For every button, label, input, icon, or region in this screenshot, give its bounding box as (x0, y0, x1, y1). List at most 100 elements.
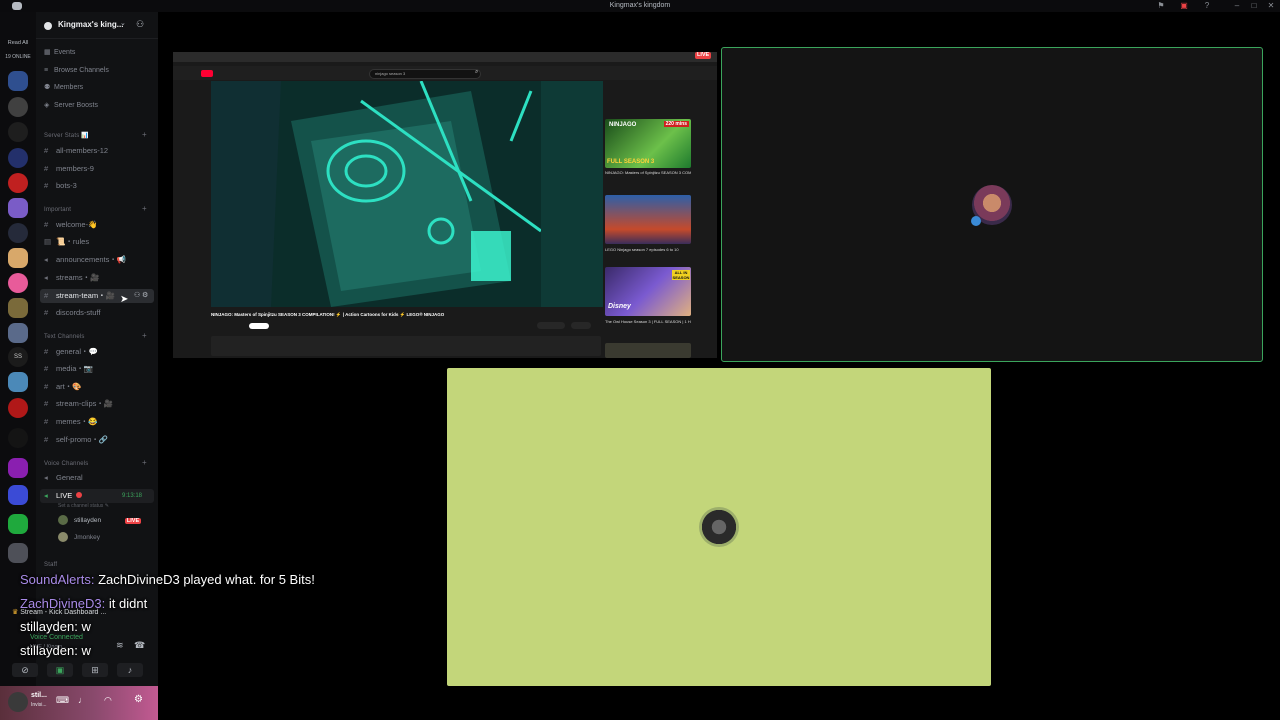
camera-off-button[interactable]: ⊘ (12, 663, 38, 677)
voice-user[interactable]: Jmonkey (58, 531, 100, 545)
stream-tile[interactable]: ninjago season 3 ⌕ LIVE NINJAGO: Masters… (173, 52, 717, 358)
category-staff[interactable]: Staff (44, 560, 57, 570)
discord-logo-icon[interactable] (12, 2, 22, 10)
channel-status[interactable]: Set a channel status ✎ (58, 503, 109, 509)
invite-icon[interactable]: ⚇ (136, 19, 144, 30)
channel-general[interactable]: # general・💬 (44, 345, 98, 359)
inbox-icon[interactable]: ⚑ (1156, 1, 1166, 11)
share-button[interactable] (571, 322, 591, 329)
channel-members[interactable]: # members-9 (44, 162, 94, 176)
add-channel-icon[interactable]: + (142, 130, 147, 139)
channel-rules[interactable]: ▤ 📜・rules (44, 235, 89, 249)
video-title: NINJAGO: Masters of Spinjitzu SEASON 3 C… (211, 312, 445, 317)
server-folder-icon[interactable] (8, 458, 28, 478)
server-icon[interactable] (8, 71, 28, 91)
search-input[interactable]: ninjago season 3 (369, 69, 481, 79)
recommendation-title[interactable]: NINJAGO: Masters of Spinjitzu SEASON 3 C… (605, 170, 691, 175)
nav-item-server-boosts[interactable]: ◈ Server Boosts (44, 100, 98, 112)
recommendation-thumbnail[interactable] (605, 343, 691, 358)
channel-discords-stuff[interactable]: # discords-stuff (44, 306, 100, 320)
voice-user[interactable]: stillayden LIVE (58, 514, 142, 528)
nav-item-members[interactable]: ⚉ Members (44, 82, 83, 94)
recommendation-thumbnail[interactable]: Disney ALL IN SEASON (605, 267, 691, 316)
chat-message: SoundAlerts: ZachDivineD3 played what. f… (20, 572, 315, 587)
server-icon[interactable] (8, 398, 28, 418)
subscribe-button[interactable] (249, 323, 269, 329)
server-folder-icon[interactable] (8, 543, 28, 563)
channel-welcome[interactable]: # welcome-👋 (44, 218, 97, 232)
voice-channel-general[interactable]: ◂ General (44, 471, 83, 485)
season-badge: ALL IN SEASON (672, 270, 690, 280)
participant-tile[interactable] (447, 368, 991, 686)
channel-art[interactable]: # art・🎨 (44, 380, 82, 394)
headphones-icon[interactable]: ◠ (104, 695, 112, 706)
server-icon[interactable] (8, 173, 28, 193)
maximize-icon[interactable]: □ (1249, 1, 1259, 11)
chat-message: ZachDivineD3: it didnt (20, 596, 148, 611)
channel-streams[interactable]: ◂ streams・🎥 (44, 271, 100, 285)
username[interactable]: stil... (31, 692, 47, 699)
minimize-icon[interactable]: – (1232, 1, 1242, 11)
avatar[interactable] (8, 692, 28, 712)
server-icon[interactable] (8, 273, 28, 293)
server-icon[interactable] (8, 323, 28, 343)
noise-suppression-icon[interactable]: ≋ (116, 640, 124, 651)
duration-badge: 220 mins (663, 121, 689, 127)
category-voice-channels[interactable]: Voice Channels (44, 459, 89, 469)
guild-name: Kingmax's king... (58, 20, 124, 29)
category-text-channels[interactable]: Text Channels (44, 332, 85, 342)
disconnect-icon[interactable]: ☎ (134, 640, 145, 651)
read-all-button[interactable]: Read All (2, 40, 34, 46)
video-description (211, 336, 601, 356)
add-channel-icon[interactable]: + (142, 458, 147, 467)
channel-stream-clips[interactable]: # stream-clips・🎥 (44, 397, 113, 411)
category-important[interactable]: Important (44, 205, 71, 215)
nav-item-events[interactable]: ▦ Events (44, 47, 75, 59)
server-folder-icon[interactable] (8, 485, 28, 505)
category-server-stats[interactable]: Server Stats 📊 (44, 131, 89, 141)
soundboard-button[interactable]: ♪ (117, 663, 143, 677)
server-icon[interactable] (8, 148, 28, 168)
server-icon[interactable] (8, 248, 28, 268)
close-icon[interactable]: ✕ (1266, 1, 1276, 11)
settings-gear-icon[interactable]: ⚙ (142, 289, 148, 303)
recommendation-title[interactable]: LEGO Ninjago season 7 episodes 6 to 10 (605, 247, 691, 252)
channel-bots[interactable]: # bots-3 (44, 179, 77, 193)
channel-announcements[interactable]: ◂ announcements・📢 (44, 253, 126, 267)
server-icon[interactable]: SS (8, 347, 28, 367)
server-icon-active[interactable] (8, 298, 28, 318)
server-icon[interactable] (8, 223, 28, 243)
recommendation-title[interactable]: The Owl House Season 3 | FULL SEASON | 1… (605, 319, 691, 324)
channel-media[interactable]: # media・📷 (44, 362, 93, 376)
guild-header[interactable]: Kingmax's king... ⌄ ⚇ (36, 14, 158, 39)
activities-button[interactable]: ⊞ (82, 663, 108, 677)
live-dot-icon (76, 492, 83, 498)
channel-stream-team[interactable]: # stream-team・🎥 ⚇ ⚙ (40, 289, 154, 303)
add-member-icon[interactable]: ⚇ (134, 289, 140, 303)
help-icon[interactable]: ? (1202, 1, 1212, 11)
participant-tile-speaking[interactable] (721, 47, 1263, 362)
gamepad-icon[interactable]: ⌨ (56, 695, 69, 706)
video-player[interactable] (211, 81, 603, 307)
server-icon[interactable] (8, 122, 28, 142)
server-icon[interactable] (8, 428, 28, 448)
add-channel-icon[interactable]: + (142, 204, 147, 213)
nav-item-browse-channels[interactable]: ≡ Browse Channels (44, 65, 109, 77)
channel-self-promo[interactable]: # self-promo・🔗 (44, 433, 108, 447)
server-icon[interactable] (8, 372, 28, 392)
like-button[interactable] (537, 322, 565, 329)
notification-icon[interactable]: ▣ (1179, 1, 1189, 11)
server-icon[interactable] (8, 198, 28, 218)
settings-gear-icon[interactable]: ⚙ (134, 694, 143, 705)
server-icon[interactable] (8, 97, 28, 117)
channel-memes[interactable]: # memes・😂 (44, 415, 97, 429)
server-folder-icon[interactable] (8, 514, 28, 534)
microphone-icon[interactable]: ♩ (78, 695, 87, 705)
add-channel-icon[interactable]: + (142, 331, 147, 340)
channel-all-members[interactable]: # all-members-12 (44, 144, 108, 158)
recommendation-thumbnail[interactable]: 220 mins NINJAGO FULL SEASON 3 (605, 119, 691, 168)
search-icon[interactable]: ⌕ (475, 69, 478, 76)
screen-share-button[interactable]: ▣ (47, 663, 73, 677)
voice-channel-live[interactable]: ◂ LIVE 9:13:18 (40, 489, 154, 503)
recommendation-thumbnail[interactable] (605, 195, 691, 244)
